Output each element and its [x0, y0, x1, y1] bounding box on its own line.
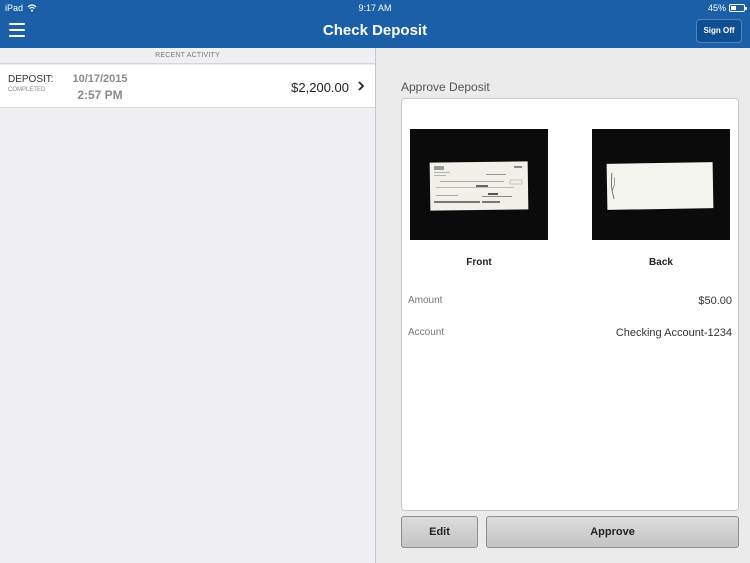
approve-deposit-title: Approve Deposit: [401, 80, 490, 94]
deposit-details-card: Front Back Amount $50.00 Account Checkin…: [401, 98, 739, 511]
account-value: Checking Account-1234: [615, 327, 732, 339]
check-front-image[interactable]: [410, 129, 548, 240]
amount-label: Amount: [408, 295, 443, 306]
sign-off-button[interactable]: Sign Off: [696, 19, 742, 43]
edit-button[interactable]: Edit: [401, 516, 478, 548]
battery-percent: 45%: [707, 3, 726, 13]
activity-type: DEPOSIT:: [8, 74, 54, 85]
activity-status: COMPLETED: [8, 87, 46, 93]
account-label: Account: [408, 327, 445, 338]
front-label: Front: [466, 257, 492, 268]
app-header: iPad 9:17 AM 45% Check Deposit Sign Off: [0, 0, 750, 48]
page-title: Check Deposit: [322, 22, 428, 39]
hamburger-menu-icon[interactable]: [9, 23, 25, 37]
recent-activity-pane: RECENT ACTIVITY DEPOSIT: COMPLETED 10/17…: [0, 48, 375, 563]
status-time: 9:17 AM: [358, 3, 392, 13]
status-bar: iPad 9:17 AM 45%: [0, 0, 750, 15]
amount-value: $50.00: [698, 295, 732, 307]
chevron-right-icon: [358, 81, 365, 91]
activity-amount: $2,200.00: [291, 80, 349, 95]
recent-activity-header: RECENT ACTIVITY: [0, 48, 375, 64]
approve-deposit-pane: Approve Deposit Front Back Amount $50.00…: [376, 48, 750, 563]
status-right: 45%: [707, 3, 747, 13]
battery-fill: [731, 6, 737, 10]
activity-row-deposit[interactable]: DEPOSIT: COMPLETED 10/17/2015 2:57 PM $2…: [0, 65, 375, 108]
activity-time: 2:57 PM: [77, 88, 123, 102]
approve-button[interactable]: Approve: [486, 516, 739, 548]
battery-icon: [729, 4, 747, 12]
check-back-image[interactable]: [592, 129, 730, 240]
back-label: Back: [649, 257, 673, 268]
activity-date: 10/17/2015: [72, 73, 128, 85]
